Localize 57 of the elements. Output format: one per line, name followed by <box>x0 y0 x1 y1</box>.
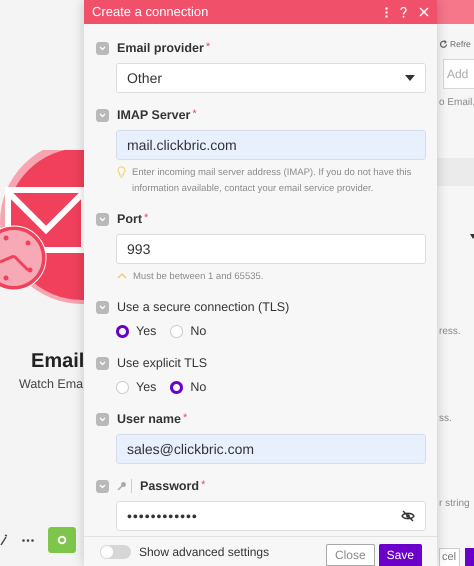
refresh-icon <box>439 40 448 49</box>
wand-icon[interactable] <box>0 534 8 546</box>
dropdown-caret-icon <box>405 75 415 81</box>
collapse-toggle-icon[interactable] <box>96 412 109 426</box>
help-icon[interactable] <box>400 6 407 18</box>
collapse-toggle-icon[interactable] <box>96 212 109 226</box>
field-label: User name <box>117 410 181 428</box>
key-icon <box>117 481 127 491</box>
collapse-toggle-icon[interactable] <box>96 42 109 54</box>
app-title: Email <box>31 349 84 374</box>
lightbulb-icon <box>117 166 126 178</box>
radio-option[interactable]: Yes <box>116 378 156 396</box>
required-mark: * <box>144 211 148 226</box>
more-icon[interactable] <box>22 538 34 542</box>
advanced-toggle[interactable] <box>100 544 131 558</box>
collapse-toggle-icon[interactable] <box>96 480 109 492</box>
field-label: Use a secure connection (TLS) <box>117 298 290 316</box>
required-mark: * <box>206 40 210 55</box>
field-label: Use explicit TLS <box>117 354 208 372</box>
help-text: r string <box>439 497 470 511</box>
required-mark: * <box>182 411 188 426</box>
close-icon[interactable] <box>419 7 429 17</box>
field-hint: Enter incoming mail server address (IMAP). If you do not have this information available, contact your email service provider. <box>132 166 412 196</box>
required-mark: * <box>192 107 197 122</box>
app-subtitle: Watch Ema <box>19 376 84 393</box>
collapse-toggle-icon[interactable] <box>96 108 109 122</box>
help-text: ress. <box>439 325 461 339</box>
text-field[interactable]: sales@clickbric.com <box>116 434 426 464</box>
radio-option[interactable]: No <box>170 378 206 396</box>
advanced-label: Show advanced settings <box>139 544 270 560</box>
field-hint: Must be between 1 and 65535. <box>133 270 264 284</box>
radio-option[interactable]: Yes <box>116 322 156 340</box>
save-button[interactable]: Save <box>378 544 422 566</box>
field-label: Port <box>117 210 142 228</box>
panel-header <box>437 0 474 24</box>
cancel-button[interactable]: cel <box>439 548 460 566</box>
text-field[interactable]: mail.clickbric.com <box>116 130 426 160</box>
ring-icon <box>57 535 67 545</box>
help-text: ss. <box>439 412 452 426</box>
collapse-toggle-icon[interactable] <box>96 356 109 370</box>
password-field[interactable]: •••••••••••• <box>116 501 426 531</box>
eye-slash-icon[interactable] <box>401 510 415 522</box>
text-field[interactable]: 993 <box>116 234 426 264</box>
caret-up-icon <box>117 272 127 279</box>
refresh-link[interactable]: Refre <box>439 38 471 51</box>
field-label: Password <box>140 478 200 495</box>
required-mark: * <box>201 478 206 493</box>
provider-select[interactable]: Other <box>116 63 426 93</box>
radio-option[interactable]: No <box>170 322 206 340</box>
field-label: Email provider <box>117 40 204 57</box>
dialog-title: Create a connection <box>92 3 208 22</box>
settings-button[interactable] <box>48 527 76 553</box>
collapse-toggle-icon[interactable] <box>96 300 109 314</box>
close-button[interactable]: Close <box>326 544 375 566</box>
help-text: o Email, <box>439 96 474 110</box>
more-vertical-icon[interactable] <box>385 6 388 18</box>
field-label: IMAP Server <box>117 106 190 124</box>
